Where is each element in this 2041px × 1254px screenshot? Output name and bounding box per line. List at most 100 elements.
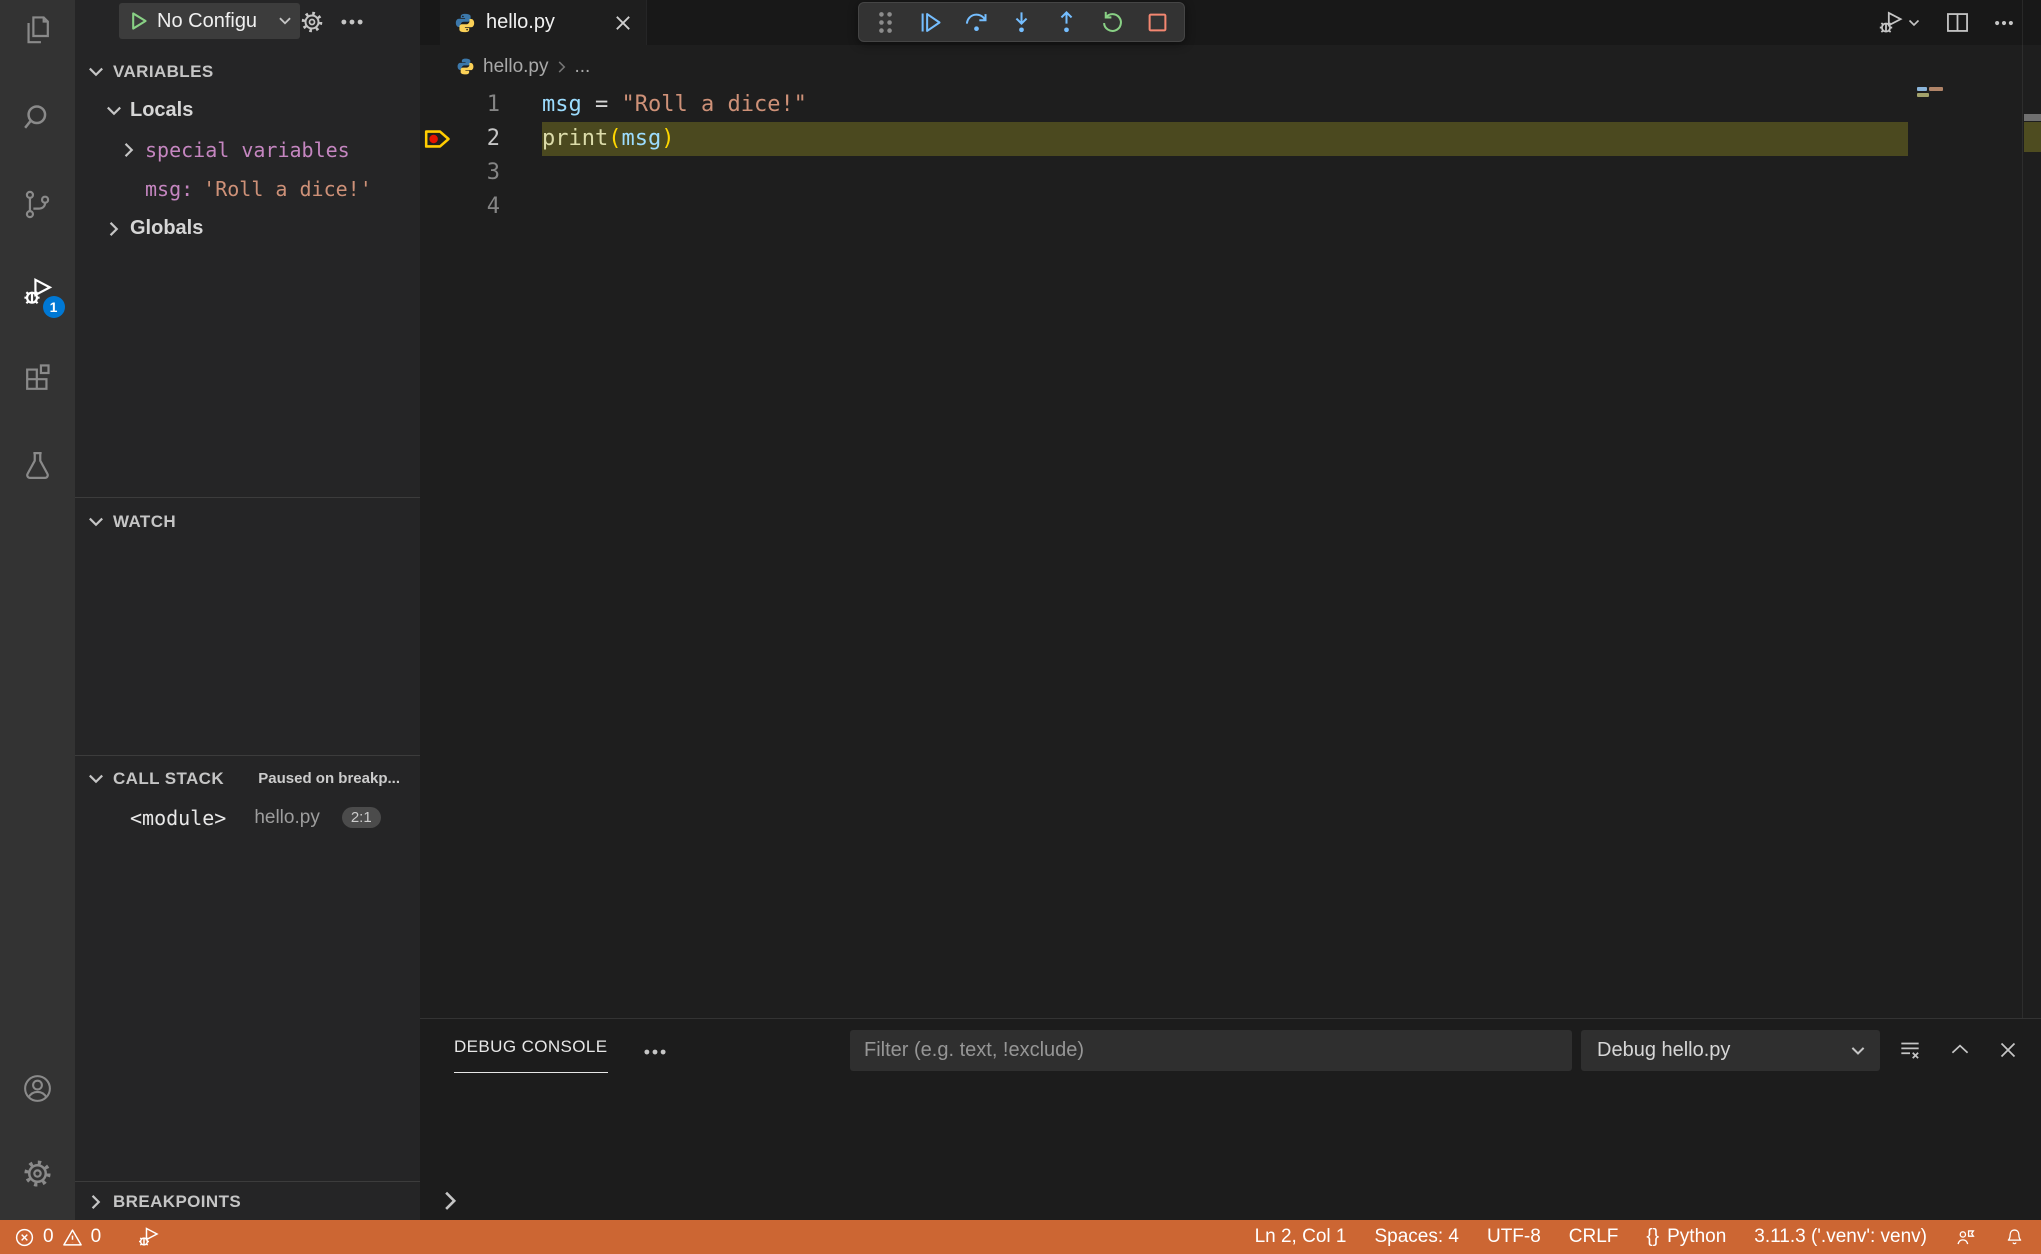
call-stack-section-header[interactable]: CALL STACK Paused on breakp... [75, 759, 420, 798]
notifications-bell-icon[interactable] [2004, 1227, 2025, 1248]
python-file-icon [457, 58, 474, 75]
encoding-status[interactable]: UTF-8 [1487, 1226, 1541, 1248]
debug-config-dropdown[interactable]: No Configu [119, 3, 300, 39]
chevron-right-icon [124, 142, 134, 157]
breadcrumb-file[interactable]: hello.py [483, 56, 549, 78]
errors-icon [15, 1228, 34, 1246]
tab-label: hello.py [486, 11, 555, 33]
token-variable: msg [542, 92, 582, 117]
step-out-icon[interactable] [1051, 6, 1083, 39]
chevron-down-icon [89, 67, 103, 76]
token-bracket: ( [608, 126, 622, 151]
continue-icon[interactable] [914, 6, 946, 39]
section-divider [75, 497, 420, 498]
maximize-panel-icon[interactable] [1944, 1034, 1976, 1066]
python-interpreter-status[interactable]: 3.11.3 ('.venv': venv) [1754, 1226, 1927, 1248]
debug-settings-gear-icon[interactable] [297, 7, 327, 37]
toolbar-drag-gripper[interactable] [869, 6, 901, 39]
token-variable: msg [621, 126, 662, 151]
breakpoints-section-header[interactable]: BREAKPOINTS [75, 1183, 420, 1220]
status-bar: 0 0 Ln 2, Col 1 Spaces: 4 UTF-8 CRLF {} … [0, 1220, 2041, 1254]
line-number: 1 [486, 92, 500, 117]
chevron-down-icon [89, 517, 103, 526]
console-input-prompt-icon[interactable] [438, 1187, 464, 1213]
sidebar-more-actions-icon[interactable] [337, 7, 367, 37]
tab-close-icon[interactable] [612, 12, 634, 34]
debug-sidebar-toolbar: No Configu [75, 0, 420, 44]
start-debugging-icon[interactable] [127, 10, 149, 32]
step-into-icon[interactable] [1005, 6, 1037, 39]
explorer-icon[interactable] [14, 6, 62, 54]
section-divider [75, 755, 420, 756]
editor-tab-bar: hello.py [420, 0, 2041, 45]
frame-name: <module> [130, 805, 227, 830]
section-divider [75, 1181, 420, 1182]
accounts-icon[interactable] [14, 1064, 62, 1112]
code-line-1: 1 msg = "Roll a dice!" [420, 88, 2041, 122]
watch-section-header[interactable]: WATCH [75, 502, 420, 541]
source-control-icon[interactable] [14, 180, 62, 228]
current-line-marker [2024, 122, 2041, 152]
feedback-icon[interactable] [1955, 1227, 1976, 1248]
minimap[interactable] [1908, 0, 2022, 400]
frame-file: hello.py [254, 806, 320, 828]
call-stack-frame-row[interactable]: <module> hello.py 2:1 [75, 798, 420, 837]
chevron-down-icon [1851, 1046, 1865, 1055]
code-line-3: 3 [420, 156, 2041, 190]
activity-bar: 1 [0, 0, 75, 1220]
token-bracket: ) [661, 126, 675, 151]
vscode-window: 1 No Configu VARIABLES Locals special va… [0, 0, 2041, 1254]
tab-hello-py[interactable]: hello.py [440, 0, 647, 45]
line-number: 2 [486, 126, 500, 151]
variables-globals-item[interactable]: Globals [75, 209, 420, 248]
chevron-down-icon [279, 17, 291, 25]
errors-count: 0 [43, 1226, 54, 1247]
token-operator: = [581, 92, 622, 117]
debug-config-label: No Configu [157, 9, 258, 32]
console-filter-input[interactable] [850, 1030, 1572, 1071]
breadcrumb: hello.py ... [420, 45, 2041, 88]
scrollbar-slider[interactable] [2024, 114, 2041, 121]
code-area[interactable]: 1 msg = "Roll a dice!" 2 print(msg) 3 4 [420, 88, 2041, 224]
variables-msg-item[interactable]: msg: 'Roll a dice!' [75, 169, 420, 208]
token-string: "Roll a dice!" [621, 92, 807, 117]
run-and-debug-icon[interactable]: 1 [14, 267, 65, 318]
debug-session-dropdown[interactable]: Debug hello.py [1581, 1030, 1880, 1071]
variables-special-item[interactable]: special variables [75, 130, 420, 169]
close-panel-icon[interactable] [1992, 1034, 2024, 1066]
code-line-4: 4 [420, 190, 2041, 224]
paused-on-breakpoint-status: Paused on breakp... [258, 770, 400, 787]
language-status[interactable]: {} Python [1646, 1226, 1726, 1248]
variables-locals-item[interactable]: Locals [75, 91, 420, 130]
debugging-status-icon[interactable] [136, 1225, 160, 1249]
chevron-down-icon [107, 106, 121, 115]
panel-more-actions-icon[interactable] [642, 1039, 668, 1059]
restart-icon[interactable] [1096, 6, 1128, 39]
debug-toolbar [858, 2, 1185, 42]
variables-section-header[interactable]: VARIABLES [75, 52, 420, 91]
extensions-icon[interactable] [14, 354, 62, 402]
cursor-position-status[interactable]: Ln 2, Col 1 [1255, 1226, 1347, 1248]
stack-frame-line-highlight [542, 122, 1908, 156]
clear-console-icon[interactable] [1894, 1034, 1926, 1066]
indentation-status[interactable]: Spaces: 4 [1374, 1226, 1459, 1248]
breadcrumb-symbol[interactable]: ... [575, 56, 591, 78]
tab-debug-console[interactable]: DEBUG CONSOLE [454, 1029, 608, 1073]
search-icon[interactable] [14, 93, 62, 141]
overview-ruler[interactable] [2022, 0, 2041, 1018]
eol-status[interactable]: CRLF [1569, 1226, 1619, 1248]
token-function: print [542, 126, 609, 151]
chevron-down-icon [89, 774, 103, 783]
settings-gear-icon[interactable] [14, 1149, 62, 1197]
step-over-icon[interactable] [960, 6, 992, 39]
stop-icon[interactable] [1142, 6, 1174, 39]
problems-status[interactable]: 0 0 [14, 1226, 101, 1248]
code-line-2-current: 2 print(msg) [420, 122, 2041, 156]
testing-icon[interactable] [14, 441, 62, 489]
line-number: 3 [486, 160, 500, 185]
panel-debug-console: DEBUG CONSOLE Debug hello.py [420, 1018, 2041, 1220]
warnings-icon [62, 1228, 82, 1246]
chevron-right-icon [558, 60, 565, 73]
line-number: 4 [486, 194, 500, 219]
editor-group: hello.py hello.py ... 1 msg = "Roll a di… [420, 0, 2041, 1018]
